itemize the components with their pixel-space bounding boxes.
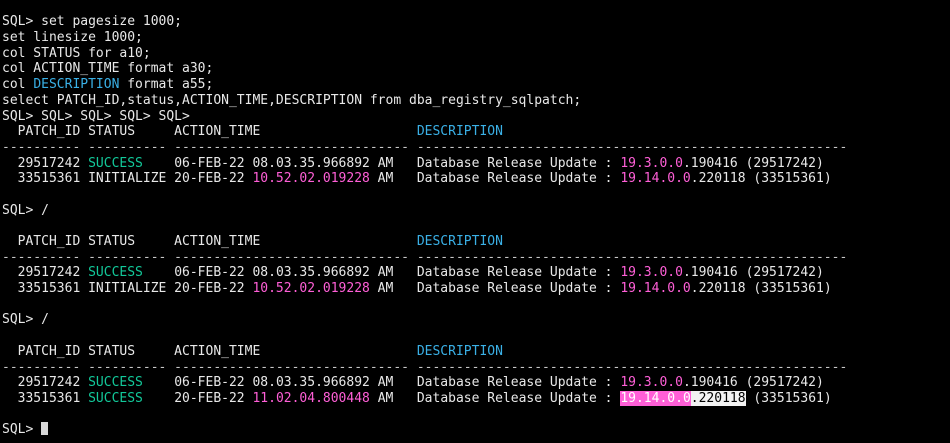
terminal-text: (33515361) <box>745 390 832 406</box>
terminal-window[interactable]: no rows selectedSQL> set pagesize 1000;s… <box>0 0 950 443</box>
terminal-text: AM Database Release Update : <box>369 390 621 406</box>
terminal-line: col STATUS for a10; <box>2 46 847 62</box>
terminal-text: DESCRIPTION <box>416 234 503 249</box>
terminal-text: 33515361 INITIALIZE 20-FEB-22 <box>2 171 253 187</box>
terminal-text: SQL> / <box>2 202 49 218</box>
terminal-text: 10.52.02.019228 <box>252 281 370 297</box>
terminal-text: .220118 (33515361) <box>690 171 832 187</box>
terminal-text: ---------- ---------- ------------------… <box>2 359 848 375</box>
terminal-line: col DESCRIPTION format a55; <box>2 77 847 93</box>
terminal-text: col STATUS for a10; <box>2 45 151 61</box>
terminal-text: 06-FEB-22 08.03.35.966892 AM Database Re… <box>142 265 621 281</box>
terminal-text: AM Database Release Update : <box>369 281 621 297</box>
terminal-line: PATCH_ID STATUS ACTION_TIME DESCRIPTION <box>2 124 847 140</box>
terminal-text: select PATCH_ID,status,ACTION_TIME,DESCR… <box>2 92 582 108</box>
terminal-text: DESCRIPTION <box>33 77 120 93</box>
terminal-line: 29517242 SUCCESS 06-FEB-22 08.03.35.9668… <box>2 265 847 281</box>
terminal-text: .190416 (29517242) <box>682 155 824 171</box>
terminal-text: .220118 <box>690 390 746 406</box>
terminal-text: SUCCESS <box>88 265 143 281</box>
terminal-line: ---------- ---------- ------------------… <box>2 140 847 156</box>
terminal-line: 33515361 INITIALIZE 20-FEB-22 10.52.02.0… <box>2 281 847 297</box>
terminal-text: PATCH_ID STATUS ACTION_TIME <box>2 234 417 249</box>
terminal-line: 33515361 SUCCESS 20-FEB-22 11.02.04.8004… <box>2 390 847 407</box>
terminal-text: SUCCESS <box>88 375 143 391</box>
terminal-line: col ACTION_TIME format a30; <box>2 61 847 77</box>
terminal-text: SUCCESS <box>88 390 143 406</box>
terminal-text: SQL> SQL> SQL> SQL> SQL> <box>2 108 190 124</box>
terminal-text: 11.02.04.800448 <box>252 390 370 406</box>
terminal-text: 19.14.0.0 <box>620 171 691 187</box>
terminal-line: SQL> / <box>2 312 847 328</box>
terminal-text: col ACTION_TIME format a30; <box>2 61 214 77</box>
terminal-text: 29517242 <box>2 375 89 391</box>
terminal-text: ---------- ---------- ------------------… <box>2 249 848 265</box>
terminal-text: 20-FEB-22 <box>142 390 253 406</box>
terminal-line: ---------- ---------- ------------------… <box>2 250 847 266</box>
terminal-text: DESCRIPTION <box>416 343 503 359</box>
terminal-text: SQL> <box>2 422 42 438</box>
terminal-output: no rows selectedSQL> set pagesize 1000;s… <box>2 0 847 438</box>
terminal-text: SQL> / <box>2 312 49 328</box>
block-cursor-icon <box>41 422 49 436</box>
terminal-text: col <box>2 77 34 93</box>
terminal-text: .190416 (29517242) <box>682 265 824 281</box>
terminal-text: SUCCESS <box>88 155 143 171</box>
terminal-text: 19.3.0.0 <box>620 155 683 171</box>
terminal-line: 33515361 INITIALIZE 20-FEB-22 10.52.02.0… <box>2 171 847 187</box>
terminal-line: ---------- ---------- ------------------… <box>2 360 847 376</box>
terminal-line: 29517242 SUCCESS 06-FEB-22 08.03.35.9668… <box>2 375 847 391</box>
terminal-line: select PATCH_ID,status,ACTION_TIME,DESCR… <box>2 93 847 109</box>
terminal-text: PATCH_ID STATUS ACTION_TIME <box>2 124 417 140</box>
terminal-text: set linesize 1000; <box>2 30 143 46</box>
terminal-text: .190416 (29517242) <box>682 375 824 391</box>
terminal-line: SQL> set pagesize 1000; <box>2 14 847 30</box>
terminal-text: AM Database Release Update : <box>369 171 621 187</box>
terminal-text: 19.14.0.0 <box>620 390 691 406</box>
terminal-text: 33515361 <box>2 390 89 406</box>
terminal-text: SQL> set pagesize 1000; <box>2 14 183 30</box>
terminal-text: 19.14.0.0 <box>620 281 691 297</box>
terminal-line: 29517242 SUCCESS 06-FEB-22 08.03.35.9668… <box>2 156 847 172</box>
terminal-line: SQL> / <box>2 203 847 219</box>
terminal-line: set linesize 1000; <box>2 30 847 46</box>
terminal-text: DESCRIPTION <box>416 124 503 140</box>
terminal-text: 29517242 <box>2 265 89 281</box>
terminal-text: PATCH_ID STATUS ACTION_TIME <box>2 343 417 359</box>
terminal-text: 06-FEB-22 08.03.35.966892 AM Database Re… <box>142 375 621 391</box>
terminal-line: SQL> SQL> SQL> SQL> SQL> <box>2 109 847 125</box>
terminal-text: 19.3.0.0 <box>620 375 683 391</box>
terminal-text: 06-FEB-22 08.03.35.966892 AM Database Re… <box>142 155 621 171</box>
terminal-line: PATCH_ID STATUS ACTION_TIME DESCRIPTION <box>2 234 847 250</box>
terminal-text: ---------- ---------- ------------------… <box>2 139 848 155</box>
terminal-text: 33515361 INITIALIZE 20-FEB-22 <box>2 281 253 297</box>
terminal-text: format a55; <box>119 77 214 93</box>
terminal-text: 19.3.0.0 <box>620 265 683 281</box>
terminal-text: 10.52.02.019228 <box>252 171 370 187</box>
terminal-text: .220118 (33515361) <box>690 281 832 297</box>
terminal-line: PATCH_ID STATUS ACTION_TIME DESCRIPTION <box>2 344 847 360</box>
terminal-text: 29517242 <box>2 155 89 171</box>
terminal-line: SQL> <box>2 422 847 438</box>
